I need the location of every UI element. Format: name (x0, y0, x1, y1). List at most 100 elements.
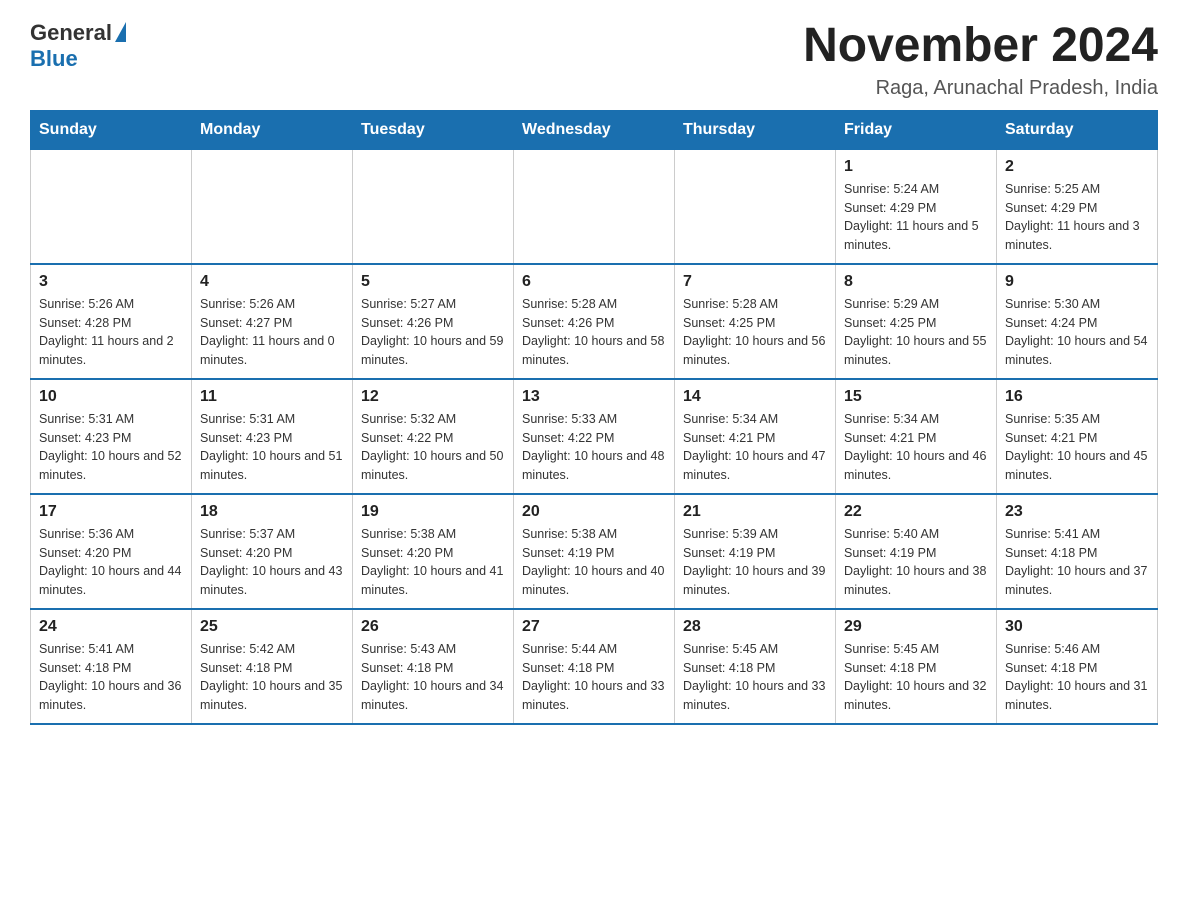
day-of-week-header: Wednesday (514, 110, 675, 149)
calendar-week-row: 3 Sunrise: 5:26 AM Sunset: 4:28 PM Daylig… (31, 264, 1158, 379)
calendar-day-cell: 16Sunrise: 5:35 AM Sunset: 4:21 PM Dayli… (997, 379, 1158, 494)
day-number: 18 (200, 503, 344, 521)
day-number: 8 (844, 273, 988, 291)
day-info: Sunrise: 5:43 AM Sunset: 4:18 PM Dayligh… (361, 642, 503, 712)
day-number: 2 (1005, 158, 1149, 176)
calendar-day-cell: 26 Sunrise: 5:43 AM Sunset: 4:18 PM Dayli… (353, 609, 514, 724)
calendar-day-cell: 23 Sunrise: 5:41 AM Sunset: 4:18 PM Dayli… (997, 494, 1158, 609)
day-info: Sunrise: 5:27 AM Sunset: 4:26 PM Dayligh… (361, 297, 503, 367)
calendar-day-cell: 21 Sunrise: 5:39 AM Sunset: 4:19 PM Dayli… (675, 494, 836, 609)
day-number: 19 (361, 503, 505, 521)
day-number: 14 (683, 388, 827, 406)
day-number: 27 (522, 618, 666, 636)
day-info: Sunrise: 5:38 AM Sunset: 4:20 PM Dayligh… (361, 527, 503, 597)
logo-general-text: General (30, 20, 112, 46)
location-subtitle: Raga, Arunachal Pradesh, India (803, 77, 1158, 100)
day-number: 9 (1005, 273, 1149, 291)
day-info: Sunrise: 5:41 AM Sunset: 4:18 PM Dayligh… (1005, 527, 1147, 597)
day-of-week-header: Sunday (31, 110, 192, 149)
day-number: 30 (1005, 618, 1149, 636)
calendar-week-row: 17 Sunrise: 5:36 AM Sunset: 4:20 PM Dayli… (31, 494, 1158, 609)
day-info: Sunrise: 5:41 AM Sunset: 4:18 PM Dayligh… (39, 642, 181, 712)
month-title: November 2024 (803, 20, 1158, 73)
day-info: Sunrise: 5:42 AM Sunset: 4:18 PM Dayligh… (200, 642, 342, 712)
day-number: 4 (200, 273, 344, 291)
day-info: Sunrise: 5:31 AM Sunset: 4:23 PM Dayligh… (39, 412, 181, 482)
calendar-day-cell: 9Sunrise: 5:30 AM Sunset: 4:24 PM Daylig… (997, 264, 1158, 379)
page-header: General Blue November 2024 Raga, Arunach… (30, 20, 1158, 100)
calendar-day-cell: 29 Sunrise: 5:45 AM Sunset: 4:18 PM Dayli… (836, 609, 997, 724)
day-info: Sunrise: 5:36 AM Sunset: 4:20 PM Dayligh… (39, 527, 181, 597)
day-of-week-header: Thursday (675, 110, 836, 149)
day-number: 20 (522, 503, 666, 521)
calendar-day-cell (675, 149, 836, 264)
day-info: Sunrise: 5:33 AM Sunset: 4:22 PM Dayligh… (522, 412, 664, 482)
day-number: 12 (361, 388, 505, 406)
logo-arrow-icon (115, 22, 126, 42)
day-number: 28 (683, 618, 827, 636)
calendar-day-cell: 19 Sunrise: 5:38 AM Sunset: 4:20 PM Dayli… (353, 494, 514, 609)
day-info: Sunrise: 5:28 AM Sunset: 4:25 PM Dayligh… (683, 297, 825, 367)
day-of-week-header: Tuesday (353, 110, 514, 149)
calendar-day-cell: 2 Sunrise: 5:25 AM Sunset: 4:29 PM Daylig… (997, 149, 1158, 264)
calendar-day-cell: 14 Sunrise: 5:34 AM Sunset: 4:21 PM Dayli… (675, 379, 836, 494)
day-number: 3 (39, 273, 183, 291)
day-info: Sunrise: 5:31 AM Sunset: 4:23 PM Dayligh… (200, 412, 342, 482)
calendar-day-cell: 18 Sunrise: 5:37 AM Sunset: 4:20 PM Dayli… (192, 494, 353, 609)
day-number: 25 (200, 618, 344, 636)
day-number: 6 (522, 273, 666, 291)
day-info: Sunrise: 5:25 AM Sunset: 4:29 PM Dayligh… (1005, 182, 1140, 252)
calendar-day-cell: 15Sunrise: 5:34 AM Sunset: 4:21 PM Dayli… (836, 379, 997, 494)
day-info: Sunrise: 5:39 AM Sunset: 4:19 PM Dayligh… (683, 527, 825, 597)
calendar-day-cell: 4Sunrise: 5:26 AM Sunset: 4:27 PM Daylig… (192, 264, 353, 379)
day-number: 7 (683, 273, 827, 291)
day-info: Sunrise: 5:24 AM Sunset: 4:29 PM Dayligh… (844, 182, 979, 252)
day-info: Sunrise: 5:28 AM Sunset: 4:26 PM Dayligh… (522, 297, 664, 367)
calendar-day-cell (353, 149, 514, 264)
calendar-day-cell (31, 149, 192, 264)
day-number: 24 (39, 618, 183, 636)
day-info: Sunrise: 5:44 AM Sunset: 4:18 PM Dayligh… (522, 642, 664, 712)
title-section: November 2024 Raga, Arunachal Pradesh, I… (803, 20, 1158, 100)
day-number: 11 (200, 388, 344, 406)
day-info: Sunrise: 5:38 AM Sunset: 4:19 PM Dayligh… (522, 527, 664, 597)
calendar-day-cell: 10 Sunrise: 5:31 AM Sunset: 4:23 PM Dayli… (31, 379, 192, 494)
day-info: Sunrise: 5:37 AM Sunset: 4:20 PM Dayligh… (200, 527, 342, 597)
day-number: 26 (361, 618, 505, 636)
calendar-header-row: SundayMondayTuesdayWednesdayThursdayFrid… (31, 110, 1158, 149)
day-info: Sunrise: 5:26 AM Sunset: 4:28 PM Dayligh… (39, 297, 174, 367)
logo: General Blue (30, 20, 126, 72)
calendar-day-cell: 12Sunrise: 5:32 AM Sunset: 4:22 PM Dayli… (353, 379, 514, 494)
calendar-day-cell: 1 Sunrise: 5:24 AM Sunset: 4:29 PM Daylig… (836, 149, 997, 264)
calendar-day-cell: 8 Sunrise: 5:29 AM Sunset: 4:25 PM Daylig… (836, 264, 997, 379)
day-of-week-header: Monday (192, 110, 353, 149)
day-info: Sunrise: 5:46 AM Sunset: 4:18 PM Dayligh… (1005, 642, 1147, 712)
day-number: 21 (683, 503, 827, 521)
calendar-day-cell (192, 149, 353, 264)
day-number: 29 (844, 618, 988, 636)
day-number: 10 (39, 388, 183, 406)
day-number: 17 (39, 503, 183, 521)
day-number: 13 (522, 388, 666, 406)
calendar-day-cell: 3 Sunrise: 5:26 AM Sunset: 4:28 PM Daylig… (31, 264, 192, 379)
calendar-table: SundayMondayTuesdayWednesdayThursdayFrid… (30, 110, 1158, 725)
logo-blue-text: Blue (30, 46, 78, 72)
calendar-day-cell: 27 Sunrise: 5:44 AM Sunset: 4:18 PM Dayli… (514, 609, 675, 724)
calendar-day-cell: 17 Sunrise: 5:36 AM Sunset: 4:20 PM Dayli… (31, 494, 192, 609)
calendar-day-cell (514, 149, 675, 264)
day-info: Sunrise: 5:45 AM Sunset: 4:18 PM Dayligh… (683, 642, 825, 712)
calendar-day-cell: 22Sunrise: 5:40 AM Sunset: 4:19 PM Dayli… (836, 494, 997, 609)
day-info: Sunrise: 5:40 AM Sunset: 4:19 PM Dayligh… (844, 527, 986, 597)
calendar-day-cell: 7 Sunrise: 5:28 AM Sunset: 4:25 PM Daylig… (675, 264, 836, 379)
day-number: 1 (844, 158, 988, 176)
day-info: Sunrise: 5:35 AM Sunset: 4:21 PM Dayligh… (1005, 412, 1147, 482)
day-info: Sunrise: 5:29 AM Sunset: 4:25 PM Dayligh… (844, 297, 986, 367)
day-number: 15 (844, 388, 988, 406)
calendar-day-cell: 20 Sunrise: 5:38 AM Sunset: 4:19 PM Dayli… (514, 494, 675, 609)
calendar-day-cell: 24 Sunrise: 5:41 AM Sunset: 4:18 PM Dayli… (31, 609, 192, 724)
calendar-week-row: 1 Sunrise: 5:24 AM Sunset: 4:29 PM Daylig… (31, 149, 1158, 264)
day-number: 23 (1005, 503, 1149, 521)
calendar-day-cell: 30 Sunrise: 5:46 AM Sunset: 4:18 PM Dayli… (997, 609, 1158, 724)
day-info: Sunrise: 5:45 AM Sunset: 4:18 PM Dayligh… (844, 642, 986, 712)
day-info: Sunrise: 5:34 AM Sunset: 4:21 PM Dayligh… (683, 412, 825, 482)
